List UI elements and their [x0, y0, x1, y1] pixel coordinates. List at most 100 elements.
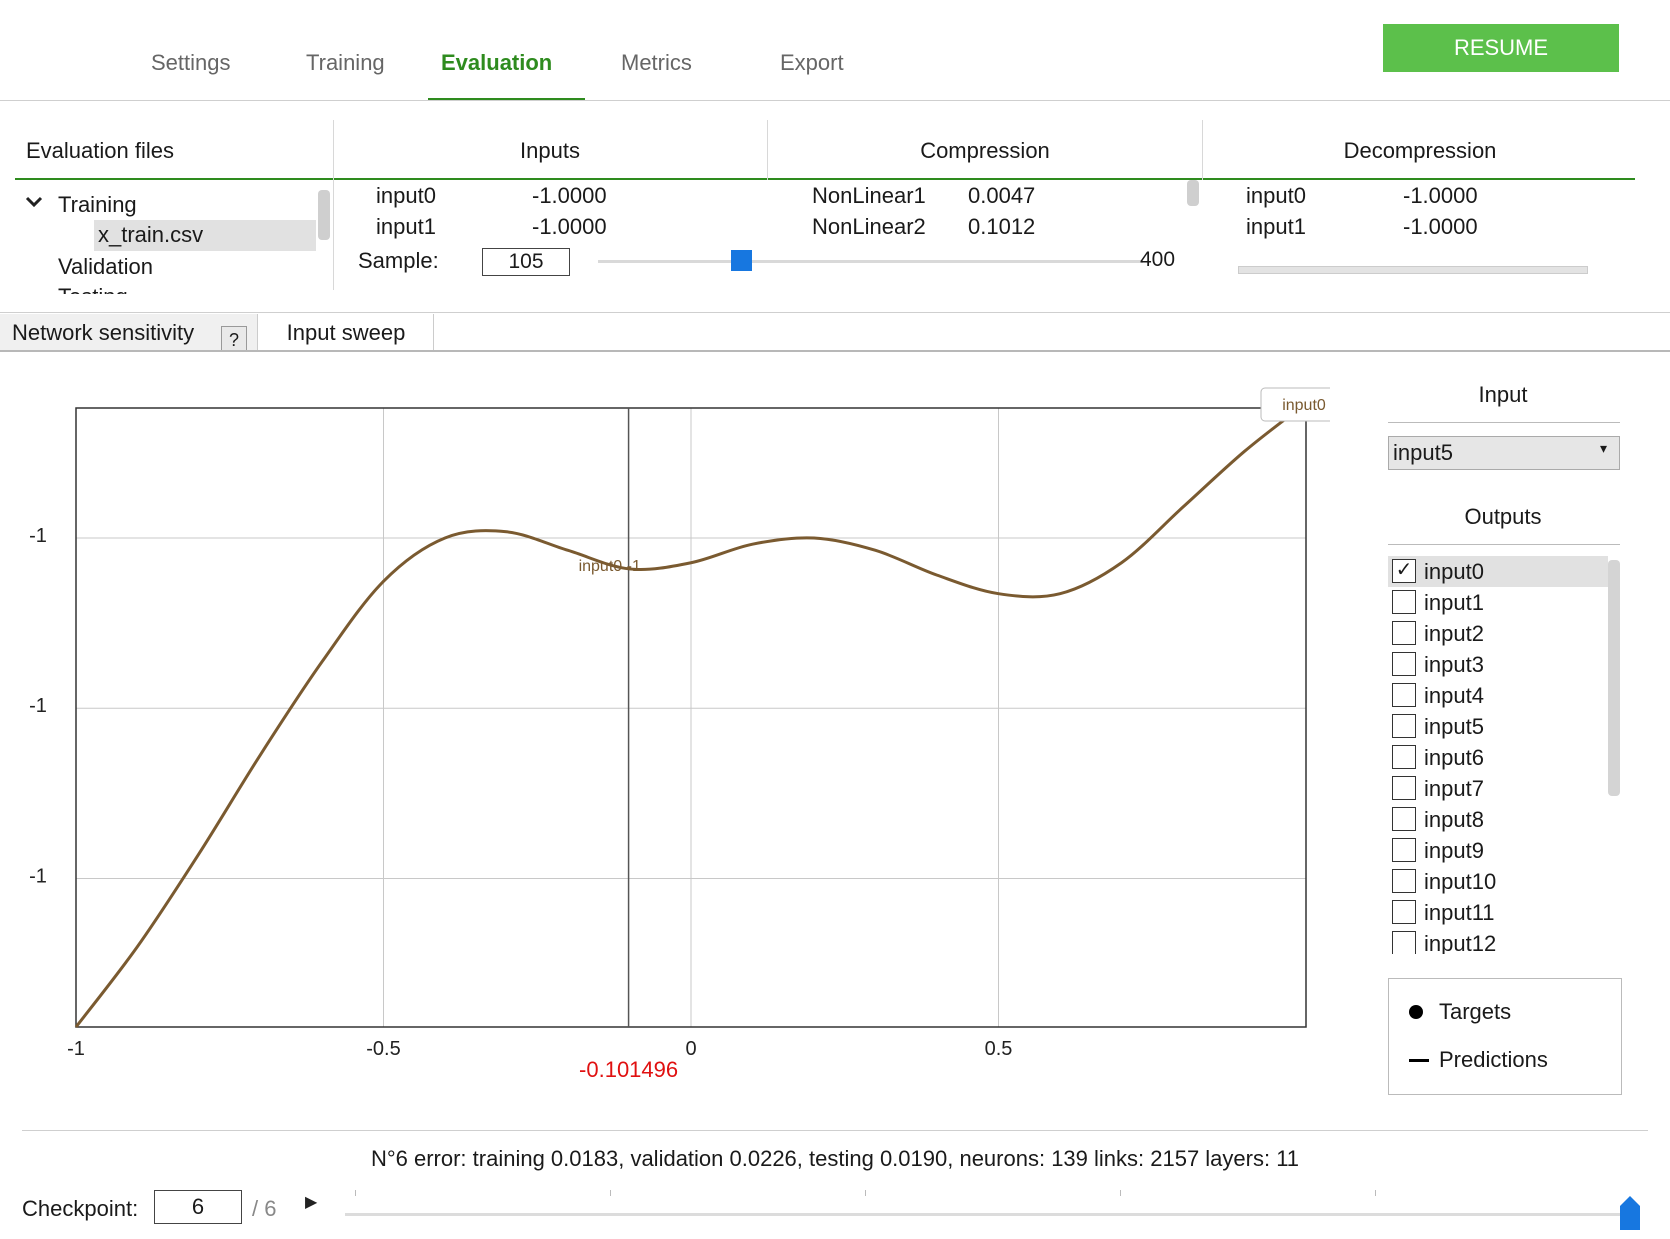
decompression-scrollbar[interactable]: [1238, 266, 1588, 274]
checkbox[interactable]: [1392, 714, 1416, 738]
output-item-input5[interactable]: input5: [1388, 711, 1608, 742]
files-scrollbar[interactable]: [318, 190, 330, 240]
input-name: input1: [376, 214, 436, 239]
tab-metrics[interactable]: Metrics: [621, 50, 692, 76]
checkbox[interactable]: [1392, 621, 1416, 645]
output-label: input0: [1424, 559, 1484, 584]
checkbox[interactable]: [1392, 931, 1416, 954]
resume-button[interactable]: RESUME: [1383, 24, 1619, 72]
play-icon[interactable]: ▶: [305, 1192, 317, 1212]
output-label: input5: [1424, 714, 1484, 739]
sample-slider-track[interactable]: [598, 260, 1143, 263]
sweep-chart[interactable]: -1 -0.5 0 0.5 -1 -1 -1 input0 -1 input0 -0.101…: [0, 352, 1330, 1092]
output-item-input2[interactable]: input2: [1388, 618, 1608, 649]
chevron-down-icon[interactable]: [24, 192, 44, 215]
input-select[interactable]: input5: [1388, 436, 1620, 470]
curve-label: input0 -1: [579, 558, 641, 575]
sample-slider-thumb[interactable]: [731, 250, 753, 271]
slider-tick: [1120, 1190, 1121, 1196]
output-item-input7[interactable]: input7: [1388, 773, 1608, 804]
evaluation-files-header: Evaluation files: [26, 138, 174, 163]
x-tick-label: -0.5: [366, 1038, 400, 1060]
output-item-input12[interactable]: input12: [1388, 928, 1608, 954]
checkbox[interactable]: ✓: [1392, 559, 1416, 583]
column-divider: [333, 120, 334, 290]
output-item-input11[interactable]: input11: [1388, 897, 1608, 928]
outputs-scrollbar[interactable]: [1608, 560, 1620, 796]
output-label: input10: [1424, 869, 1497, 894]
output-item-input10[interactable]: input10: [1388, 866, 1608, 897]
dropdown-arrow-icon[interactable]: ▾: [1600, 440, 1607, 457]
divider: [0, 312, 1670, 313]
legend: Targets Predictions: [1388, 978, 1622, 1095]
sample-max: 400: [1140, 248, 1176, 271]
legend-predictions: Predictions: [1439, 1047, 1548, 1072]
divider: [1388, 544, 1620, 545]
tree-item-testing-clipped[interactable]: Testing: [24, 284, 324, 294]
output-item-input9[interactable]: input9: [1388, 835, 1608, 866]
slider-tick: [355, 1190, 356, 1196]
tree-item-selected[interactable]: x_train.csv: [94, 220, 316, 251]
inputs-header: Inputs: [520, 138, 580, 163]
legend-targets: Targets: [1439, 999, 1512, 1024]
output-label: input11: [1424, 900, 1495, 925]
input-value: -1.0000: [532, 183, 607, 208]
output-item-input0[interactable]: ✓ input0: [1388, 556, 1608, 587]
decompression-name: input1: [1246, 214, 1306, 239]
output-label: input9: [1424, 838, 1484, 863]
x-tick-label: 0.5: [985, 1038, 1013, 1060]
checkpoint-slider-thumb[interactable]: [1620, 1196, 1640, 1230]
checkbox[interactable]: [1392, 807, 1416, 831]
series-tag: input0: [1260, 387, 1330, 422]
series-line-input0: [74, 406, 1301, 1028]
help-button[interactable]: ?: [221, 326, 247, 352]
column-divider: [1202, 120, 1203, 180]
cursor-value: -0.101496: [579, 1057, 678, 1082]
checkbox[interactable]: [1392, 590, 1416, 614]
tab-evaluation[interactable]: Evaluation: [441, 50, 552, 76]
checkbox[interactable]: [1392, 869, 1416, 893]
checkpoint-label: Checkpoint:: [22, 1196, 139, 1221]
header-underline: [15, 178, 1635, 180]
checkbox[interactable]: [1392, 900, 1416, 924]
output-label: input12: [1424, 931, 1497, 954]
column-divider: [767, 120, 768, 180]
outputs-list[interactable]: ✓ input0 input1 input2 input3 input4 input5 inp…: [1388, 556, 1608, 954]
checkbox[interactable]: [1392, 683, 1416, 707]
tab-training[interactable]: Training: [306, 50, 385, 76]
y-tick-label: -1: [29, 865, 47, 887]
decompression-value: -1.0000: [1403, 214, 1478, 239]
divider: [1388, 422, 1620, 423]
output-item-input8[interactable]: input8: [1388, 804, 1608, 835]
tab-input-sweep[interactable]: Input sweep: [259, 314, 434, 352]
output-item-input4[interactable]: input4: [1388, 680, 1608, 711]
slider-tick: [610, 1190, 611, 1196]
tab-settings[interactable]: Settings: [151, 50, 231, 76]
input-name: input0: [376, 183, 436, 208]
checkbox[interactable]: [1392, 745, 1416, 769]
tree-item-validation[interactable]: Validation: [58, 254, 153, 280]
checkbox[interactable]: [1392, 652, 1416, 676]
checkpoint-input[interactable]: 6: [154, 1190, 242, 1224]
checkbox[interactable]: [1392, 776, 1416, 800]
output-item-input1[interactable]: input1: [1388, 587, 1608, 618]
tree-item-training[interactable]: Training: [58, 192, 137, 218]
svg-text:input0: input0: [1282, 397, 1326, 414]
output-label: input4: [1424, 683, 1484, 708]
compression-value: 0.1012: [968, 214, 1036, 239]
slider-tick: [865, 1190, 866, 1196]
decompression-header: Decompression: [1343, 138, 1497, 163]
tab-network-sensitivity[interactable]: Network sensitivity: [0, 314, 258, 352]
decompression-value: -1.0000: [1403, 183, 1478, 208]
compression-name: NonLinear1: [812, 183, 926, 208]
compression-scrollbar[interactable]: [1187, 180, 1199, 206]
checkpoint-slider-track[interactable]: [345, 1213, 1630, 1216]
output-item-input3[interactable]: input3: [1388, 649, 1608, 680]
output-label: input6: [1424, 745, 1484, 770]
output-label: input2: [1424, 621, 1484, 646]
checkbox[interactable]: [1392, 838, 1416, 862]
y-tick-label: -1: [29, 525, 47, 547]
sample-input[interactable]: 105: [482, 248, 570, 276]
tab-export[interactable]: Export: [780, 50, 844, 76]
output-item-input6[interactable]: input6: [1388, 742, 1608, 773]
